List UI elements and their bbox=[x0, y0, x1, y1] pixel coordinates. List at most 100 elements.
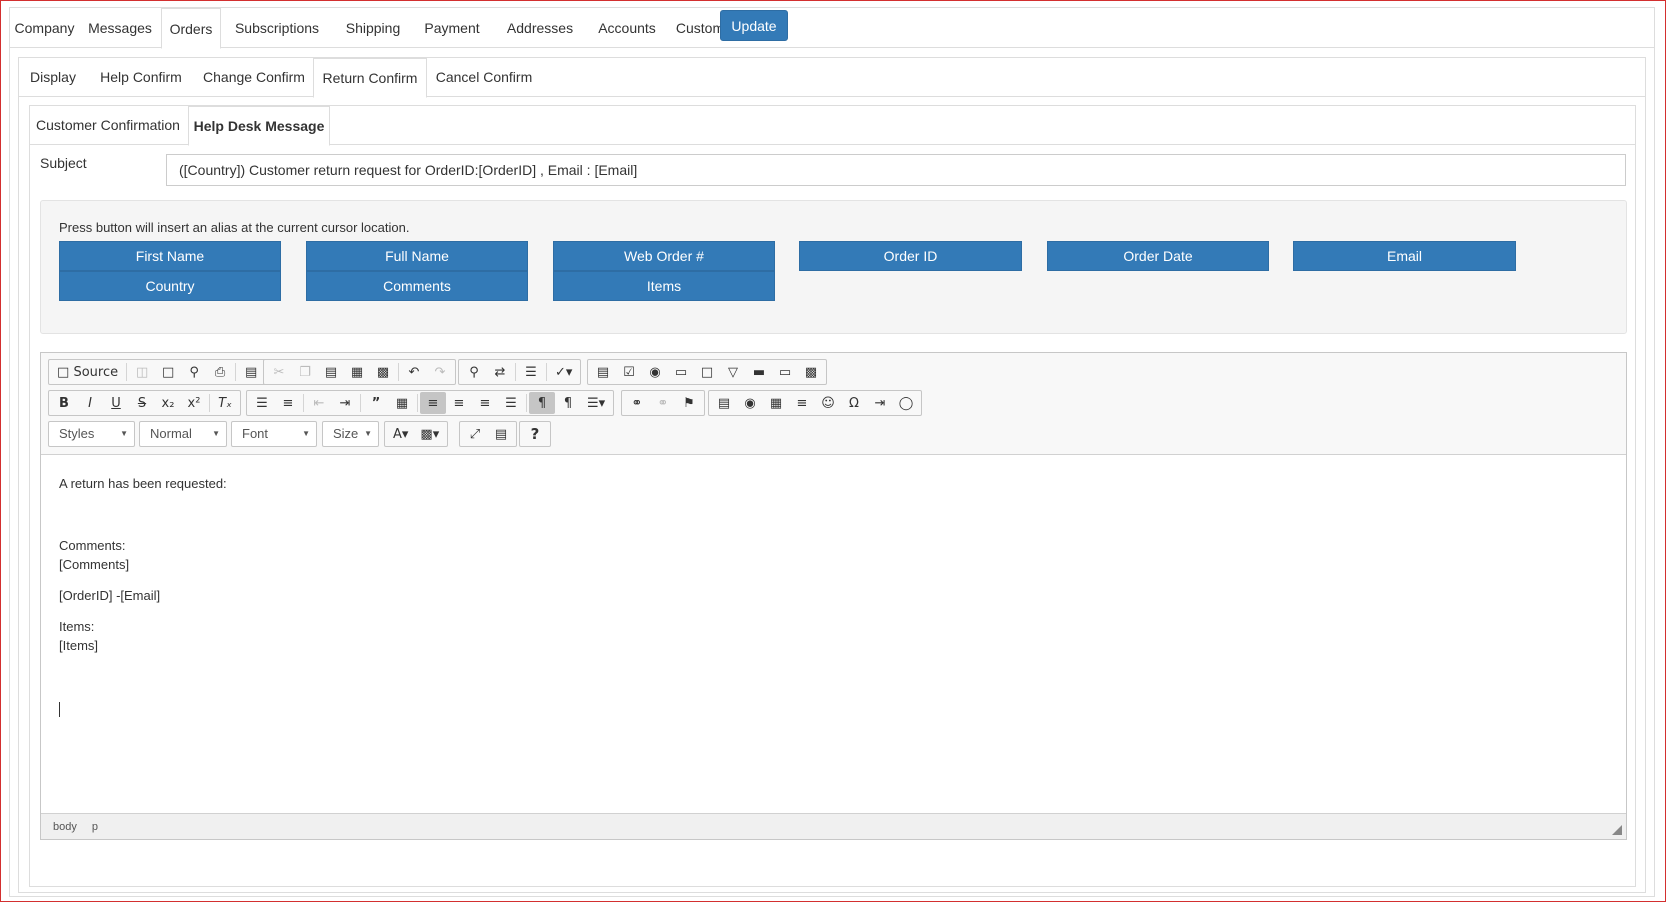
alias-country-button[interactable]: Country bbox=[59, 271, 281, 301]
tab-return-confirm[interactable]: Return Confirm bbox=[313, 58, 427, 98]
image-icon[interactable]: ▤ bbox=[711, 392, 737, 414]
help-icon[interactable]: ? bbox=[522, 423, 548, 445]
replace-icon[interactable]: ⇄ bbox=[487, 361, 513, 383]
tab-help-desk-message[interactable]: Help Desk Message bbox=[188, 106, 330, 146]
alias-first-name-button[interactable]: First Name bbox=[59, 241, 281, 271]
alias-order-date-button[interactable]: Order Date bbox=[1047, 241, 1269, 271]
update-button[interactable]: Update bbox=[720, 10, 788, 41]
subject-input[interactable] bbox=[166, 154, 1626, 186]
button-icon[interactable]: ▬ bbox=[746, 361, 772, 383]
editor-content[interactable]: A return has been requested: Comments: [… bbox=[41, 456, 1626, 812]
remove-format-icon[interactable]: Tₓ bbox=[212, 392, 238, 414]
anchor-icon[interactable]: ⚑ bbox=[676, 392, 702, 414]
smiley-icon[interactable]: ☺ bbox=[815, 392, 841, 414]
chevron-down-icon: ▼ bbox=[364, 429, 372, 438]
hidden-field-icon[interactable]: ▩ bbox=[798, 361, 824, 383]
table-icon[interactable]: ▦ bbox=[763, 392, 789, 414]
maximize-icon[interactable]: ⤢ bbox=[462, 423, 488, 445]
language-icon[interactable]: ☰▾ bbox=[581, 392, 611, 414]
forms-group: ▤ ☑ ◉ ▭ □ ▽ ▬ ▭ ▩ bbox=[587, 359, 827, 385]
source-button[interactable]: □ Source bbox=[51, 361, 124, 383]
templates-icon[interactable]: ▤ bbox=[238, 361, 264, 383]
textarea-icon[interactable]: □ bbox=[694, 361, 720, 383]
align-right-icon[interactable]: ≡ bbox=[472, 392, 498, 414]
align-center-icon[interactable]: ≡ bbox=[446, 392, 472, 414]
tab-company[interactable]: Company bbox=[10, 8, 79, 48]
image-button-icon[interactable]: ▭ bbox=[772, 361, 798, 383]
select-all-icon[interactable]: ☰ bbox=[518, 361, 544, 383]
print-icon[interactable]: ⎙ bbox=[207, 361, 233, 383]
alias-order-id-button[interactable]: Order ID bbox=[799, 241, 1022, 271]
path-p[interactable]: p bbox=[92, 821, 98, 833]
size-dropdown[interactable]: Size ▼ bbox=[322, 421, 379, 447]
form-icon[interactable]: ▤ bbox=[590, 361, 616, 383]
alias-web-order-button[interactable]: Web Order # bbox=[553, 241, 775, 271]
find-icon[interactable]: ⚲ bbox=[461, 361, 487, 383]
tab-display[interactable]: Display bbox=[19, 58, 87, 97]
redo-icon[interactable]: ↷ bbox=[427, 361, 453, 383]
tab-shipping[interactable]: Shipping bbox=[334, 8, 412, 48]
iframe-icon[interactable]: ◯ bbox=[893, 392, 919, 414]
editor-toolbar: □ Source ◫ □ ⚲ ⎙ ▤ ✂ ❐ ▤ ▦ ▩ ↶ ↷ ⚲ ⇄ ☰ ✓… bbox=[41, 353, 1626, 455]
unlink-icon[interactable]: ⚭ bbox=[650, 392, 676, 414]
top-tab-bar: Company Messages Orders Subscriptions Sh… bbox=[10, 8, 1654, 49]
ltr-icon[interactable]: ¶ bbox=[529, 392, 555, 414]
tab-orders[interactable]: Orders bbox=[161, 8, 221, 49]
save-icon[interactable]: ◫ bbox=[129, 361, 155, 383]
tab-help-confirm[interactable]: Help Confirm bbox=[89, 58, 193, 97]
format-dropdown[interactable]: Normal ▼ bbox=[139, 421, 227, 447]
paste-word-icon[interactable]: ▩ bbox=[370, 361, 396, 383]
page-break-icon[interactable]: ⇥ bbox=[867, 392, 893, 414]
alias-full-name-button[interactable]: Full Name bbox=[306, 241, 528, 271]
blockquote-icon[interactable]: ” bbox=[363, 392, 389, 414]
special-char-icon[interactable]: Ω bbox=[841, 392, 867, 414]
tab-customer-confirmation[interactable]: Customer Confirmation bbox=[30, 106, 186, 145]
select-icon[interactable]: ▽ bbox=[720, 361, 746, 383]
alias-email-button[interactable]: Email bbox=[1293, 241, 1516, 271]
justify-icon[interactable]: ☰ bbox=[498, 392, 524, 414]
checkbox-icon[interactable]: ☑ bbox=[616, 361, 642, 383]
tab-addresses[interactable]: Addresses bbox=[494, 8, 586, 48]
superscript-icon[interactable]: x² bbox=[181, 392, 207, 414]
outdent-icon[interactable]: ⇤ bbox=[306, 392, 332, 414]
textfield-icon[interactable]: ▭ bbox=[668, 361, 694, 383]
resize-handle-icon[interactable] bbox=[1612, 825, 1622, 835]
strike-icon[interactable]: S bbox=[129, 392, 155, 414]
spellcheck-icon[interactable]: ✓▾ bbox=[549, 361, 578, 383]
cut-icon[interactable]: ✂ bbox=[266, 361, 292, 383]
bold-icon[interactable]: B bbox=[51, 392, 77, 414]
div-icon[interactable]: ▦ bbox=[389, 392, 415, 414]
preview-icon[interactable]: ⚲ bbox=[181, 361, 207, 383]
paste-icon[interactable]: ▤ bbox=[318, 361, 344, 383]
radio-icon[interactable]: ◉ bbox=[642, 361, 668, 383]
styles-dropdown[interactable]: Styles ▼ bbox=[48, 421, 135, 447]
bg-color-icon[interactable]: ▩▾ bbox=[414, 423, 445, 445]
indent-icon[interactable]: ⇥ bbox=[332, 392, 358, 414]
paste-text-icon[interactable]: ▦ bbox=[344, 361, 370, 383]
copy-icon[interactable]: ❐ bbox=[292, 361, 318, 383]
tab-payment[interactable]: Payment bbox=[412, 8, 492, 48]
undo-icon[interactable]: ↶ bbox=[401, 361, 427, 383]
horizontal-rule-icon[interactable]: ≡ bbox=[789, 392, 815, 414]
alias-comments-button[interactable]: Comments bbox=[306, 271, 528, 301]
align-left-icon[interactable]: ≡ bbox=[420, 392, 446, 414]
bulleted-list-icon[interactable]: ≡ bbox=[275, 392, 301, 414]
tab-messages[interactable]: Messages bbox=[81, 8, 159, 48]
tab-change-confirm[interactable]: Change Confirm bbox=[195, 58, 313, 97]
text-color-icon[interactable]: A▾ bbox=[387, 423, 414, 445]
rtl-icon[interactable]: ¶ bbox=[555, 392, 581, 414]
link-icon[interactable]: ⚭ bbox=[624, 392, 650, 414]
flash-icon[interactable]: ◉ bbox=[737, 392, 763, 414]
tab-subscriptions[interactable]: Subscriptions bbox=[223, 8, 331, 48]
new-page-icon[interactable]: □ bbox=[155, 361, 181, 383]
tab-accounts[interactable]: Accounts bbox=[587, 8, 667, 48]
show-blocks-icon[interactable]: ▤ bbox=[488, 423, 514, 445]
subscript-icon[interactable]: x₂ bbox=[155, 392, 181, 414]
path-body[interactable]: body bbox=[53, 821, 77, 833]
tab-cancel-confirm[interactable]: Cancel Confirm bbox=[429, 58, 539, 97]
numbered-list-icon[interactable]: ☰ bbox=[249, 392, 275, 414]
alias-items-button[interactable]: Items bbox=[553, 271, 775, 301]
underline-icon[interactable]: U bbox=[103, 392, 129, 414]
font-dropdown[interactable]: Font ▼ bbox=[231, 421, 317, 447]
italic-icon[interactable]: I bbox=[77, 392, 103, 414]
